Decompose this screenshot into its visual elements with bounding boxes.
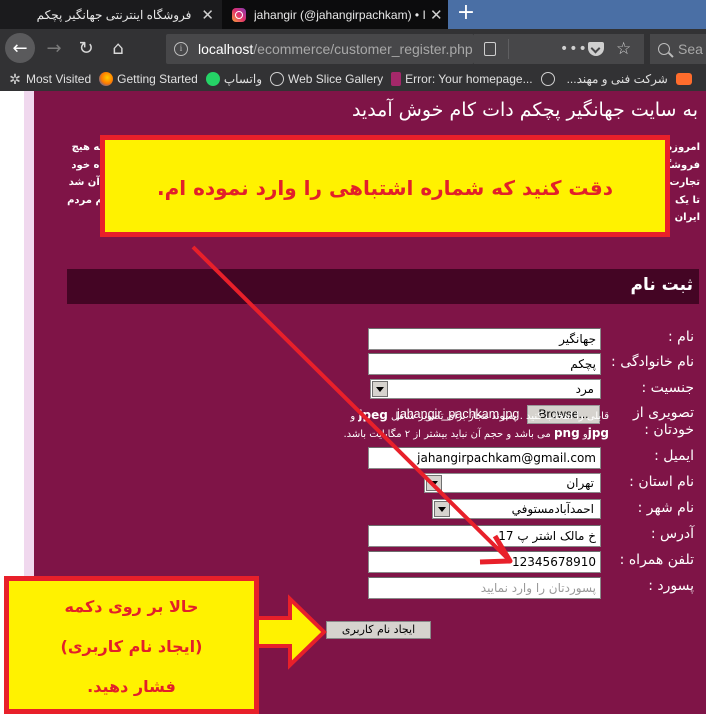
yoast-icon [391, 72, 402, 86]
page-actions: ••• ☆ [474, 34, 644, 64]
tab-title: فروشگاه اینترنتی جهانگیر پچکم [36, 7, 192, 22]
gender-select[interactable]: مرد [370, 379, 601, 399]
city-value: احمدآبادمستوفي [511, 502, 594, 516]
callout-line: (ایجاد نام کاربری) [60, 637, 203, 656]
search-input[interactable]: Sea [650, 34, 706, 64]
bookmark-label: شرکت فنی و مهند... [566, 72, 668, 86]
home-button[interactable]: ⌂ [104, 34, 132, 62]
hint-text: و [350, 411, 356, 422]
divider [508, 39, 509, 59]
bookmark-label: Most Visited [26, 72, 92, 86]
reader-view-icon[interactable] [484, 42, 496, 56]
reload-button[interactable]: ↻ [72, 34, 100, 62]
bookmark-web-slice-gallery[interactable]: Web Slice Gallery [270, 72, 383, 86]
bookmark-whatsapp[interactable]: واتساپ [205, 72, 262, 86]
tab-title: jahangir (@jahangirpachkam) • Ins [254, 7, 426, 22]
gender-label: جنسیت : [641, 380, 694, 396]
url-path: /ecommerce/customer_register.php [253, 41, 473, 57]
tab-store[interactable]: فروشگاه اینترنتی جهانگیر پچکم ✕ [0, 0, 222, 29]
bookmark-star-icon[interactable]: ☆ [616, 39, 631, 59]
tab-instagram[interactable]: jahangir (@jahangirpachkam) • Ins ✕ [222, 0, 448, 29]
bookmark-getting-started[interactable]: Getting Started [99, 72, 198, 86]
last-name-input[interactable]: پچکم [368, 353, 601, 375]
first-name-label: نام : [668, 329, 694, 345]
last-name-label: نام خانوادگی : [611, 354, 694, 370]
annotation-callout-bottom: حالا بر روی دکمه (ایجاد نام کاربری) فشار… [4, 576, 259, 714]
mobile-label: تلفن همراه : [619, 552, 694, 568]
address-label: آدرس : [650, 526, 694, 542]
search-icon [658, 43, 670, 55]
screen: فروشگاه اینترنتی جهانگیر پچکم ✕ jahangir… [0, 0, 706, 714]
firefox-icon [99, 72, 114, 86]
new-tab-button[interactable]: + [455, 1, 477, 27]
pocket-icon[interactable] [588, 42, 604, 56]
hint-bold: jpg [587, 426, 609, 440]
info-icon[interactable]: i [174, 42, 188, 56]
bookmark-most-visited[interactable]: ✲ Most Visited [8, 72, 91, 86]
bookmark-label: واتساپ [223, 72, 262, 86]
city-select[interactable]: احمدآبادمستوفي [432, 499, 601, 519]
tab-bar-empty-area [448, 0, 706, 29]
bookmarks-toolbar: ✲ Most Visited Getting Started واتساپ We… [0, 67, 706, 91]
annotation-callout-top: دقت کنید که شماره اشتباهی را وارد نموده … [100, 135, 670, 237]
bookmark-label: Web Slice Gallery [288, 72, 384, 86]
hint-text: قابلی را انتخاب کنید . پسوند مجاز برای ت… [391, 411, 609, 422]
forward-button[interactable]: → [40, 34, 68, 62]
welcome-title: به سایت جهانگیر پچکم دات کام خوش آمدید [351, 99, 698, 121]
chevron-down-icon[interactable] [434, 501, 450, 517]
url-host: localhost [198, 41, 254, 57]
city-label: نام شهر : [637, 500, 694, 516]
email-input[interactable]: jahangirpachkam@gmail.com [368, 447, 601, 469]
tab-bar: فروشگاه اینترنتی جهانگیر پچکم ✕ jahangir… [0, 0, 706, 29]
bookmark-cpanel[interactable] [675, 73, 696, 85]
register-heading-bar: ثبت نام [67, 269, 699, 304]
web-page: به سایت جهانگیر پچکم دات کام خوش آمدید ا… [0, 91, 706, 714]
email-label: ایمیل : [654, 448, 694, 464]
more-actions-button[interactable]: ••• [560, 41, 588, 57]
bookmark-globe[interactable] [540, 72, 559, 86]
hint-bold: jpeg [358, 408, 388, 422]
search-placeholder: Sea [678, 41, 703, 57]
chevron-down-icon[interactable] [372, 381, 388, 397]
photo-label-line1: تصویری از [633, 405, 694, 421]
globe-icon [540, 72, 555, 86]
province-select[interactable]: تهران [424, 473, 601, 493]
province-label: نام استان : [629, 474, 694, 490]
register-heading: ثبت نام [630, 275, 693, 295]
province-value: تهران [566, 476, 594, 490]
password-input[interactable]: پسوردتان را وارد نمایید [368, 577, 601, 599]
address-input[interactable]: خ مالک اشتر پ 17 [368, 525, 601, 547]
gender-value: مرد [575, 382, 594, 396]
hint-text: می باشد و حجم آن نباید بیشتر از ۲ مگابای… [343, 429, 551, 440]
gear-icon: ✲ [9, 71, 21, 87]
close-icon[interactable]: ✕ [201, 6, 214, 24]
callout-line: فشار دهید. [87, 677, 176, 696]
callout-line: حالا بر روی دکمه [64, 597, 199, 616]
cpanel-icon [675, 73, 692, 85]
photo-label-line2: خودتان : [644, 422, 694, 438]
hint-bold: png [553, 426, 580, 440]
photo-hint-line2: jpgو png می باشد و حجم آن نباید بیشتر از… [343, 426, 609, 440]
password-label: پسورد : [648, 578, 694, 594]
create-account-button[interactable]: ایجاد نام کاربری [326, 621, 431, 639]
url-bar[interactable]: i localhost/ecommerce/customer_register.… [166, 34, 474, 64]
photo-hint-line1: قابلی را انتخاب کنید . پسوند مجاز برای ت… [350, 408, 609, 422]
bookmark-company[interactable]: شرکت فنی و مهند... [567, 72, 668, 86]
whatsapp-icon [205, 72, 220, 86]
instagram-icon [232, 7, 246, 22]
back-button[interactable]: ← [5, 33, 35, 63]
globe-icon [270, 72, 284, 86]
bookmark-label: Getting Started [117, 72, 198, 86]
navigation-toolbar: ← → ↻ ⌂ i localhost/ecommerce/customer_r… [0, 29, 706, 67]
mobile-input[interactable]: 12345678910 [368, 551, 601, 573]
first-name-input[interactable]: جهانگیر [368, 328, 601, 350]
bookmark-label: Error: Your homepage... [405, 72, 533, 86]
close-icon[interactable]: ✕ [430, 6, 443, 24]
chevron-down-icon[interactable] [426, 475, 442, 491]
bookmark-error-homepage[interactable]: Error: Your homepage... [391, 72, 533, 86]
